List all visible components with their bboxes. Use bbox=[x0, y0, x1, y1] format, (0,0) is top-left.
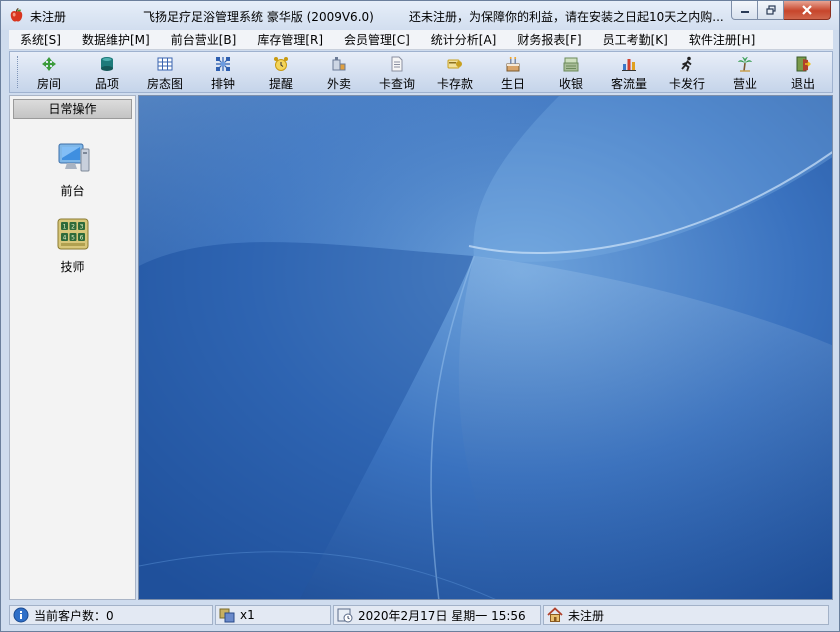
toolbar-button-label: 收银 bbox=[558, 77, 583, 91]
toolbar-button-9[interactable]: 收银 bbox=[542, 52, 600, 92]
toolbar-button-3[interactable]: 排钟 bbox=[194, 52, 252, 92]
toolbar-button-label: 品项 bbox=[94, 77, 119, 91]
svg-text:3: 3 bbox=[79, 224, 83, 231]
toolbar-button-13[interactable]: 退出 bbox=[774, 52, 832, 92]
toolbar-grip[interactable] bbox=[12, 56, 18, 88]
toolbar-button-8[interactable]: 生日 bbox=[484, 52, 542, 92]
calendar-clock-icon bbox=[337, 608, 353, 623]
toolbar: 房间 品项 房态图 排钟 提醒 外卖 卡查询 卡存款 生日 收银 客流量 卡发行 营业 退出 bbox=[9, 51, 833, 93]
close-button[interactable] bbox=[784, 1, 831, 20]
title-bar[interactable]: 未注册 飞扬足疗足浴管理系统 豪华版 (2009V6.0) 还未注册，为保障你的… bbox=[1, 1, 839, 30]
minimize-icon bbox=[740, 11, 749, 13]
panel-item-label: 技师 bbox=[60, 260, 85, 274]
toolbar-button-label: 卡发行 bbox=[668, 77, 705, 91]
system-name: 飞扬足疗足浴管理系统 豪华版 (2009V6.0) bbox=[143, 10, 374, 24]
left-panel: 日常操作 前台 123 456 技师 bbox=[9, 95, 136, 600]
toolbar-button-2[interactable]: 房态图 bbox=[136, 52, 194, 92]
card-icon bbox=[447, 59, 462, 69]
network-icon bbox=[216, 57, 230, 71]
workspace-area bbox=[138, 95, 833, 600]
customer-count: 当前客户数：0 bbox=[34, 608, 114, 623]
toolbar-button-10[interactable]: 客流量 bbox=[600, 52, 658, 92]
status-multiplier: x1 bbox=[215, 605, 331, 625]
registration-notice: 还未注册，为保障你的利益，请在安装之日起10天之内购... bbox=[409, 10, 724, 24]
minimize-button[interactable] bbox=[731, 1, 758, 20]
toolbar-button-label: 房态图 bbox=[146, 77, 183, 91]
menu-bar: 系统[S] 数据维护[M] 前台营业[B] 库存管理[R] 会员管理[C] 统计分析[A]… bbox=[9, 30, 833, 50]
svg-text:2: 2 bbox=[71, 224, 75, 231]
toolbar-button-label: 外卖 bbox=[326, 77, 351, 91]
cake-icon bbox=[506, 57, 520, 72]
maximize-button[interactable] bbox=[758, 1, 784, 20]
menu-item[interactable]: 前台营业[B] bbox=[160, 31, 247, 48]
close-icon bbox=[802, 5, 812, 15]
home-icon bbox=[547, 607, 563, 622]
svg-text:1: 1 bbox=[62, 224, 66, 231]
status-datetime: 2020年2月17日 星期一 15:56 bbox=[333, 605, 541, 625]
toolbar-button-label: 退出 bbox=[790, 77, 815, 91]
status-registration: 未注册 bbox=[543, 605, 829, 625]
date-time: 2020年2月17日 星期一 15:56 bbox=[358, 608, 526, 623]
menu-item[interactable]: 软件注册[H] bbox=[678, 31, 765, 48]
toolbar-button-label: 卡查询 bbox=[378, 77, 415, 91]
grid-icon bbox=[157, 57, 173, 71]
status-bar: 当前客户数：0 x1 2020年2月17日 星期一 15:56 未注册 bbox=[9, 604, 833, 626]
runner-icon bbox=[681, 56, 692, 72]
box-icon bbox=[332, 57, 346, 71]
window-controls bbox=[731, 1, 831, 20]
menu-item[interactable]: 系统[S] bbox=[9, 31, 71, 48]
panel-item-front-desk[interactable]: 前台 bbox=[10, 140, 135, 199]
svg-text:6: 6 bbox=[79, 235, 83, 242]
restore-icon bbox=[765, 5, 776, 15]
toolbar-button-label: 提醒 bbox=[268, 77, 293, 91]
wallpaper-image bbox=[139, 96, 832, 599]
menu-item[interactable]: 库存管理[R] bbox=[246, 31, 333, 48]
toolbar-button-label: 客流量 bbox=[610, 77, 647, 91]
toolbar-button-7[interactable]: 卡存款 bbox=[426, 52, 484, 92]
toolbar-button-1[interactable]: 品项 bbox=[78, 52, 136, 92]
exit-door-icon bbox=[796, 56, 811, 72]
panel-item-label: 前台 bbox=[60, 184, 85, 198]
alarm-icon bbox=[274, 57, 288, 71]
window-title: 未注册 bbox=[30, 10, 67, 24]
menu-item[interactable]: 会员管理[C] bbox=[333, 31, 420, 48]
numpad-icon: 123 456 bbox=[57, 218, 88, 250]
menu-item[interactable]: 员工考勤[K] bbox=[592, 31, 678, 48]
status-customers: 当前客户数：0 bbox=[9, 605, 213, 625]
toolbar-button-label: 营业 bbox=[732, 77, 757, 91]
toolbar-button-label: 排钟 bbox=[210, 77, 235, 91]
panel-header[interactable]: 日常操作 bbox=[13, 99, 132, 119]
multiplier-value: x1 bbox=[240, 608, 255, 622]
room-icon bbox=[42, 57, 56, 71]
panel-item-technician[interactable]: 123 456 技师 bbox=[10, 216, 135, 275]
bar-chart-icon bbox=[622, 59, 636, 71]
palm-icon bbox=[738, 57, 752, 72]
computer-icon bbox=[58, 143, 89, 172]
toolbar-button-label: 生日 bbox=[500, 77, 525, 91]
menu-item[interactable]: 统计分析[A] bbox=[420, 31, 507, 48]
register-icon bbox=[563, 57, 579, 72]
apple-icon bbox=[10, 8, 23, 22]
toolbar-button-5[interactable]: 外卖 bbox=[310, 52, 368, 92]
svg-text:5: 5 bbox=[71, 235, 75, 242]
toolbar-button-12[interactable]: 营业 bbox=[716, 52, 774, 92]
database-icon bbox=[101, 57, 113, 71]
document-icon bbox=[391, 56, 403, 72]
toolbar-button-6[interactable]: 卡查询 bbox=[368, 52, 426, 92]
menu-item[interactable]: 数据维护[M] bbox=[71, 31, 160, 48]
toolbar-button-0[interactable]: 房间 bbox=[20, 52, 78, 92]
info-icon bbox=[13, 607, 29, 623]
toolbar-button-label: 卡存款 bbox=[436, 77, 473, 91]
svg-text:4: 4 bbox=[62, 235, 66, 242]
toolbar-button-label: 房间 bbox=[36, 77, 61, 91]
users-icon bbox=[219, 608, 235, 623]
toolbar-button-11[interactable]: 卡发行 bbox=[658, 52, 716, 92]
toolbar-button-4[interactable]: 提醒 bbox=[252, 52, 310, 92]
registration-status: 未注册 bbox=[568, 608, 605, 623]
menu-item[interactable]: 财务报表[F] bbox=[506, 31, 591, 48]
main-window: 未注册 飞扬足疗足浴管理系统 豪华版 (2009V6.0) 还未注册，为保障你的… bbox=[0, 0, 840, 632]
